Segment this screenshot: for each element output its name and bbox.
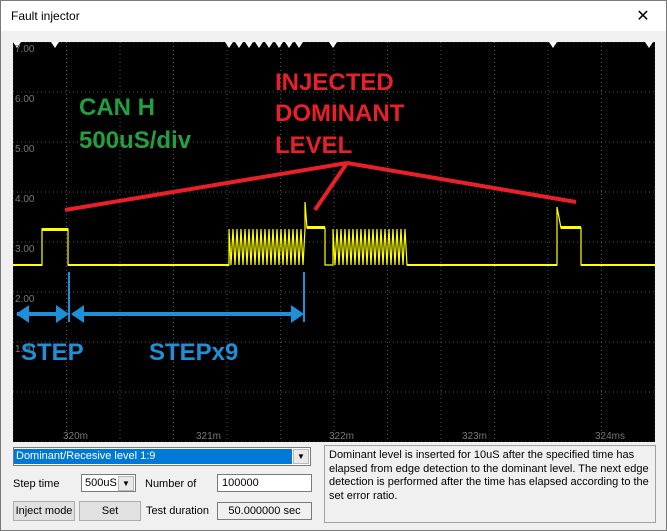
time-marker-icon <box>265 42 273 48</box>
step-x9-label: STEPx9 <box>149 339 238 366</box>
time-marker-icon <box>285 42 293 48</box>
annotation-overlay: CAN H 500uS/div INJECTED DOMINANT LEVEL STEP S… <box>16 69 577 366</box>
time-marker-icon <box>235 42 243 48</box>
y-tick-label: 7.00 <box>15 44 35 55</box>
chevron-down-icon[interactable]: ▼ <box>293 449 309 464</box>
injected-label-line2: DOMINANT <box>275 100 405 127</box>
close-button[interactable]: ✕ <box>620 1 666 31</box>
x-axis-labels: 320m 321m 322m 323m 324ms <box>63 431 625 442</box>
timebase-label: 500uS/div <box>79 127 192 154</box>
arrow-head-icon <box>16 305 29 323</box>
arrow-head-icon <box>291 305 304 323</box>
dominant-segment <box>42 228 68 231</box>
time-marker-icon <box>549 42 557 48</box>
title-bar: Fault injector ✕ <box>1 1 666 31</box>
time-marker-icon <box>51 42 59 48</box>
test-duration-value: 50.000000 sec <box>217 502 312 520</box>
x-tick-label: 322m <box>329 431 354 442</box>
x-tick-label: 323m <box>462 431 487 442</box>
y-tick-label: 4.00 <box>15 194 35 205</box>
y-tick-label: 3.00 <box>15 244 35 255</box>
trace-line <box>13 201 655 266</box>
time-marker-icon <box>329 42 337 48</box>
x-tick-label: 320m <box>63 431 88 442</box>
time-marker-icon <box>255 42 263 48</box>
x-tick-label: 324ms <box>595 431 625 442</box>
y-tick-label: 6.00 <box>15 94 35 105</box>
channel-label: CAN H <box>79 94 155 121</box>
injected-label-line1: INJECTED <box>275 69 394 96</box>
recessive-segment <box>407 264 557 266</box>
time-marker-icon <box>645 42 653 48</box>
time-marker-icon <box>225 42 233 48</box>
recessive-segment <box>581 264 655 266</box>
time-marker-icon <box>295 42 303 48</box>
pointer-line <box>346 161 577 204</box>
y-tick-label: 5.00 <box>15 144 35 155</box>
fault-injector-window: Fault injector ✕ 7.00 6.00 5.00 4.00 3.00 2.0… <box>0 0 667 531</box>
controls-panel: Dominant/Recesive level 1:9 ▼ Step time … <box>13 445 319 525</box>
step-time-label: Step time <box>13 478 60 490</box>
scope-canvas: 7.006.005.004.003.002.001.00 320m 321m 322… <box>13 42 655 442</box>
recessive-segment <box>13 264 42 266</box>
x-tick-label: 321m <box>196 431 221 442</box>
step-time-value: 500uS <box>85 477 117 489</box>
window-title: Fault injector <box>11 9 80 23</box>
recessive-segment <box>68 264 229 266</box>
time-marker-icon <box>245 42 253 48</box>
close-icon: ✕ <box>636 8 650 25</box>
mode-description: Dominant level is inserted for 10uS afte… <box>324 445 656 523</box>
step-label: STEP <box>21 339 84 366</box>
y-tick-label: 2.00 <box>15 294 35 305</box>
scope-top-markers <box>13 42 653 48</box>
set-button[interactable]: Set <box>79 501 141 521</box>
oscilloscope-display: 7.00 6.00 5.00 4.00 3.00 2.00 1.00 320m 321m 322… <box>13 42 655 442</box>
inject-mode-button[interactable]: Inject mode <box>13 501 75 521</box>
injected-label-line3: LEVEL <box>275 132 352 159</box>
number-of-label: Number of <box>145 478 197 490</box>
mode-dropdown[interactable]: Dominant/Recesive level 1:9 ▼ <box>13 447 311 466</box>
mode-dropdown-value: Dominant/Recesive level 1:9 <box>14 449 292 464</box>
arrow-head-icon <box>56 305 69 323</box>
arrow-head-icon <box>71 305 84 323</box>
number-of-input[interactable]: 100000 <box>217 474 312 492</box>
chevron-down-icon[interactable]: ▼ <box>118 476 134 491</box>
dominant-segment <box>561 226 581 229</box>
pointer-line <box>313 161 349 212</box>
dominant-segment <box>307 226 325 229</box>
time-marker-icon <box>275 42 283 48</box>
step-time-dropdown[interactable]: 500uS ▼ <box>81 474 136 492</box>
test-duration-label: Test duration <box>146 505 209 517</box>
